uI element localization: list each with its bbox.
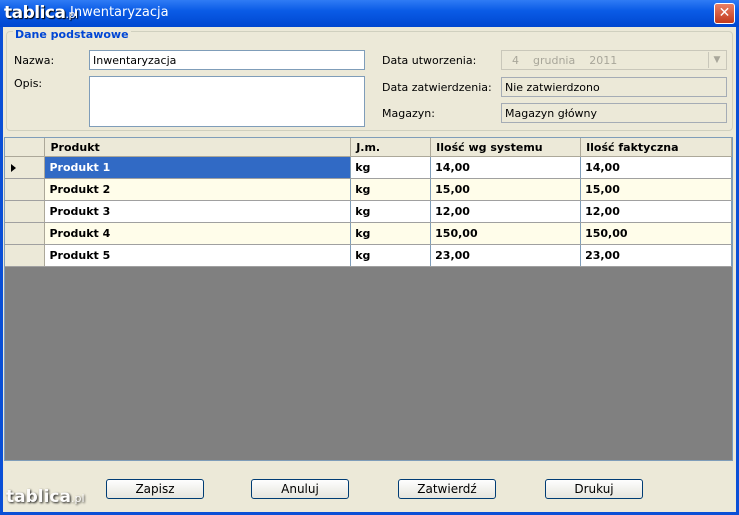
- nazwa-input[interactable]: Inwentaryzacja: [89, 50, 365, 70]
- opis-textarea[interactable]: [89, 76, 365, 127]
- column-header[interactable]: Ilość faktyczna: [580, 138, 732, 157]
- current-row-icon: [11, 163, 16, 172]
- row-header[interactable]: [5, 244, 46, 267]
- table-cell[interactable]: Produkt 1: [44, 156, 352, 179]
- table-row[interactable]: Produkt 1 kg 14,00 14,00: [5, 156, 732, 179]
- window-title: Inwentaryzacja: [70, 5, 169, 20]
- table-cell[interactable]: 150,00: [580, 222, 732, 245]
- table-cell[interactable]: kg: [350, 200, 432, 223]
- table-cell[interactable]: Produkt 5: [44, 244, 352, 267]
- row-header[interactable]: [5, 200, 46, 223]
- table-cell[interactable]: Produkt 3: [44, 200, 352, 223]
- opis-label: Opis:: [14, 77, 43, 90]
- table-cell[interactable]: Produkt 4: [44, 222, 352, 245]
- table-row[interactable]: Produkt 3 kg 12,00 12,00: [5, 200, 732, 223]
- table-row[interactable]: Produkt 2 kg 15,00 15,00: [5, 178, 732, 201]
- window: tablica.pl Inwentaryzacja ✕ Dane podstaw…: [0, 0, 739, 515]
- table-cell[interactable]: 150,00: [430, 222, 582, 245]
- inventory-grid[interactable]: Produkt J.m. Ilość wg systemu Ilość fakt…: [4, 137, 733, 461]
- data-zatwierdzenia-field: Nie zatwierdzono: [501, 77, 727, 97]
- magazyn-field: Magazyn główny: [501, 103, 727, 123]
- save-button[interactable]: Zapisz: [106, 479, 204, 499]
- nazwa-label: Nazwa:: [14, 54, 55, 67]
- table-cell[interactable]: 14,00: [580, 156, 732, 179]
- data-utworzenia-label: Data utworzenia:: [382, 54, 477, 67]
- table-cell[interactable]: kg: [350, 178, 432, 201]
- column-header[interactable]: Ilość wg systemu: [430, 138, 582, 157]
- table-cell[interactable]: kg: [350, 244, 432, 267]
- row-header-corner: [5, 138, 46, 157]
- table-cell[interactable]: Produkt 2: [44, 178, 352, 201]
- watermark-logo-bottom: tablica.pl: [6, 487, 85, 507]
- dialog-body: Dane podstawowe Nazwa: Inwentaryzacja Op…: [3, 27, 736, 512]
- row-header[interactable]: [5, 156, 46, 179]
- inventory-table: Produkt J.m. Ilość wg systemu Ilość fakt…: [5, 138, 732, 267]
- table-cell[interactable]: 14,00: [430, 156, 582, 179]
- table-cell[interactable]: 23,00: [580, 244, 732, 267]
- data-zatwierdzenia-label: Data zatwierdzenia:: [382, 81, 492, 94]
- table-header-row: Produkt J.m. Ilość wg systemu Ilość fakt…: [5, 138, 732, 157]
- table-cell[interactable]: 12,00: [580, 200, 732, 223]
- table-cell[interactable]: 12,00: [430, 200, 582, 223]
- row-header[interactable]: [5, 222, 46, 245]
- watermark-logo-top: tablica.pl: [4, 3, 78, 23]
- table-cell[interactable]: 15,00: [430, 178, 582, 201]
- group-title: Dane podstawowe: [13, 28, 131, 41]
- table-row[interactable]: Produkt 5 kg 23,00 23,00: [5, 244, 732, 267]
- basic-data-group: Dane podstawowe Nazwa: Inwentaryzacja Op…: [6, 28, 733, 131]
- magazyn-label: Magazyn:: [382, 107, 435, 120]
- column-header[interactable]: Produkt: [44, 138, 352, 157]
- print-button[interactable]: Drukuj: [545, 479, 643, 499]
- chevron-down-icon[interactable]: ▼: [708, 52, 725, 68]
- table-cell[interactable]: 15,00: [580, 178, 732, 201]
- row-header[interactable]: [5, 178, 46, 201]
- table-cell[interactable]: 23,00: [430, 244, 582, 267]
- close-button[interactable]: ✕: [714, 3, 735, 24]
- close-icon: ✕: [718, 5, 731, 21]
- table-cell[interactable]: kg: [350, 222, 432, 245]
- data-utworzenia-value: 4 grudnia 2011: [512, 54, 618, 67]
- approve-button[interactable]: Zatwierdź: [398, 479, 496, 499]
- table-row[interactable]: Produkt 4 kg 150,00 150,00: [5, 222, 732, 245]
- titlebar[interactable]: tablica.pl Inwentaryzacja ✕: [0, 0, 739, 27]
- column-header[interactable]: J.m.: [350, 138, 432, 157]
- table-cell[interactable]: kg: [350, 156, 432, 179]
- data-utworzenia-picker[interactable]: 4 grudnia 2011 ▼: [501, 50, 727, 70]
- cancel-button[interactable]: Anuluj: [251, 479, 349, 499]
